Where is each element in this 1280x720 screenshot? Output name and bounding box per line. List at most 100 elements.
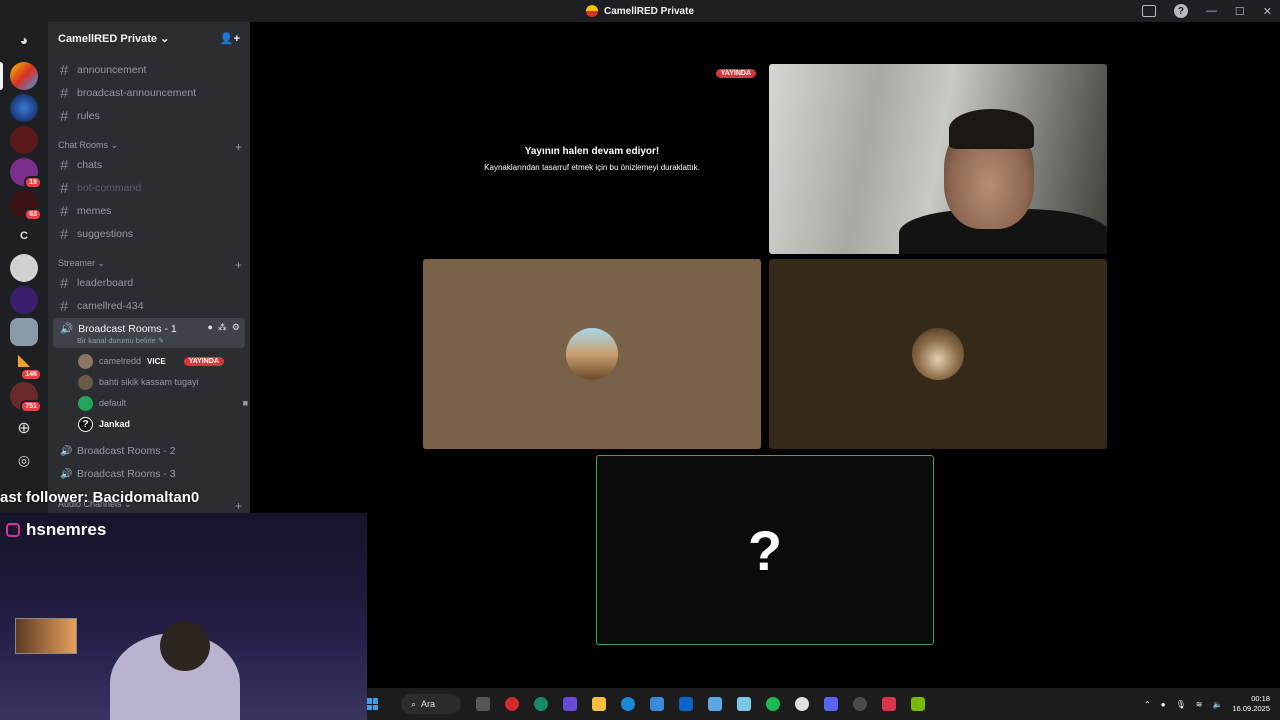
server-10[interactable]: ◣ 146 [10, 350, 42, 381]
opera-gx-icon[interactable] [534, 697, 548, 711]
server-8[interactable] [10, 286, 38, 314]
channel-leaderboard[interactable]: # leaderboard [56, 273, 244, 293]
invite-icon[interactable]: 👤+ [220, 32, 240, 45]
add-channel-icon[interactable]: + [235, 140, 242, 154]
speaker-icon: 🔊 [60, 445, 73, 457]
server-c[interactable]: C [10, 222, 38, 250]
channel-rules[interactable]: # rules [56, 106, 244, 126]
voice-member[interactable]: camelredd VICE YAYINDA [78, 352, 224, 370]
avatar [78, 395, 93, 411]
obs-icon[interactable] [563, 697, 577, 711]
server-3[interactable] [10, 126, 38, 154]
server-9[interactable] [10, 318, 38, 346]
hash-icon: # [60, 274, 69, 292]
instagram-handle: hsnemres [26, 520, 107, 539]
speaker-icon: 🔊 [60, 468, 73, 480]
taskbar-clock[interactable]: 00:18 16.09.2025 [1232, 694, 1270, 714]
avatar [78, 374, 93, 390]
wall-photo [15, 618, 77, 654]
stream-paused-subtitle: Kaynaklarından tasarruf etmek için bu ön… [484, 163, 700, 172]
hash-icon: # [60, 61, 69, 79]
stream-tile-paused[interactable]: YAYINDA Yayının halen devam ediyor! Kayn… [423, 64, 761, 254]
server-2[interactable] [10, 94, 38, 122]
minimize-button[interactable]: — [1206, 5, 1217, 17]
microphone-icon[interactable]: 🎙 [1176, 700, 1186, 709]
app-icon[interactable] [882, 697, 896, 711]
discord-icon[interactable] [824, 697, 838, 711]
video-grid: YAYINDA Yayının halen devam ediyor! Kayn… [250, 22, 1280, 688]
settings-app-icon[interactable] [708, 697, 722, 711]
stream-paused-title: Yayının halen devam ediyor! [524, 146, 660, 157]
voice-member[interactable]: ? Jankad [78, 415, 130, 433]
voice-channel-3[interactable]: 🔊 Broadcast Rooms - 3 [56, 464, 244, 484]
unread-badge: 63 [24, 208, 42, 221]
server-camellred[interactable] [10, 62, 38, 90]
server-7[interactable] [10, 254, 38, 282]
discord-home-icon[interactable]: ◕ [10, 26, 38, 54]
unknown-avatar-icon: ? [747, 518, 783, 582]
chevron-up-icon[interactable]: ⌃ [1144, 700, 1151, 709]
steam-icon[interactable] [853, 697, 867, 711]
last-follower-text: ast follower: Bacidomaltan0 [0, 489, 200, 506]
add-channel-icon[interactable]: + [235, 499, 242, 513]
channel-memes[interactable]: # memes [56, 201, 244, 221]
streamer-head [160, 621, 210, 671]
tray-app-icon[interactable]: ● [1161, 700, 1166, 709]
voice-member[interactable]: default ■ [78, 394, 248, 412]
participant-tile[interactable] [769, 259, 1107, 449]
inbox-icon[interactable] [1141, 5, 1156, 17]
opera-icon[interactable] [505, 697, 519, 711]
task-view-icon[interactable] [476, 697, 490, 711]
server-4[interactable]: 19 [10, 158, 42, 189]
add-channel-icon[interactable]: + [235, 258, 242, 272]
server-11[interactable]: 751 [10, 382, 42, 413]
channel-camellred-434[interactable]: # camellred-434 [56, 296, 244, 316]
start-button[interactable] [367, 698, 379, 710]
unread-badge: 751 [20, 400, 42, 413]
server-logo-icon [585, 5, 598, 17]
chat-icon[interactable]: ● [207, 322, 212, 333]
unknown-participant-tile[interactable]: ? [596, 455, 934, 645]
store-icon[interactable] [650, 697, 664, 711]
g-hub-icon[interactable] [795, 697, 809, 711]
maximize-button[interactable]: ☐ [1235, 5, 1245, 18]
channel-broadcast-announcement[interactable]: # broadcast-announcement [56, 83, 244, 103]
unread-badge: 146 [20, 368, 42, 381]
server-header[interactable]: CamellRED Private ⌄ 👤+ [48, 22, 250, 54]
instagram-icon [6, 523, 20, 537]
volume-icon[interactable]: 🔈 [1212, 700, 1222, 709]
close-button[interactable]: ✕ [1263, 5, 1272, 18]
taskbar-search[interactable]: ⌕ Ara [401, 694, 461, 714]
channel-bot-command[interactable]: # bot-command [56, 178, 244, 198]
help-icon[interactable]: ? [1173, 4, 1188, 18]
camera-icon: ■ [242, 398, 248, 408]
category-chat-rooms[interactable]: Chat Rooms ⌄ + [58, 140, 242, 154]
wifi-icon[interactable]: ≋ [1196, 700, 1203, 709]
hash-icon: # [60, 84, 69, 102]
channel-announcement[interactable]: # announcement [56, 60, 244, 80]
channel-suggestions[interactable]: # suggestions [56, 224, 244, 244]
nvidia-icon[interactable] [911, 697, 925, 711]
voice-member[interactable]: bahti sikik kassam tugayi [78, 373, 199, 391]
window-title: CamellRED Private [585, 5, 694, 17]
explore-icon[interactable]: ◎ [10, 446, 38, 474]
outlook-icon[interactable] [679, 697, 693, 711]
avatar [912, 328, 964, 380]
participant-tile[interactable] [423, 259, 761, 449]
spotify-icon[interactable] [766, 697, 780, 711]
server-5[interactable]: 63 [10, 190, 42, 221]
settings-icon[interactable]: ⚙ [232, 322, 240, 333]
voice-channel-2[interactable]: 🔊 Broadcast Rooms - 2 [56, 441, 244, 461]
system-tray: ⌃ ● 🎙 ≋ 🔈 00:18 16.09.2025 [1144, 688, 1270, 720]
camera-tile[interactable] [769, 64, 1107, 254]
voice-status[interactable]: Bir kanal durumu belirle ✎ [77, 336, 164, 345]
notepad-icon[interactable] [737, 697, 751, 711]
category-streamer[interactable]: Streamer ⌄ + [58, 258, 242, 272]
invite-member-icon[interactable]: ⁂ [218, 322, 227, 333]
file-explorer-icon[interactable] [592, 697, 606, 711]
channel-chats[interactable]: # chats [56, 155, 244, 175]
edge-icon[interactable] [621, 697, 635, 711]
hash-icon: # [60, 156, 69, 174]
add-server-icon[interactable]: ⊕ [10, 414, 38, 442]
hash-icon: # [60, 202, 69, 220]
